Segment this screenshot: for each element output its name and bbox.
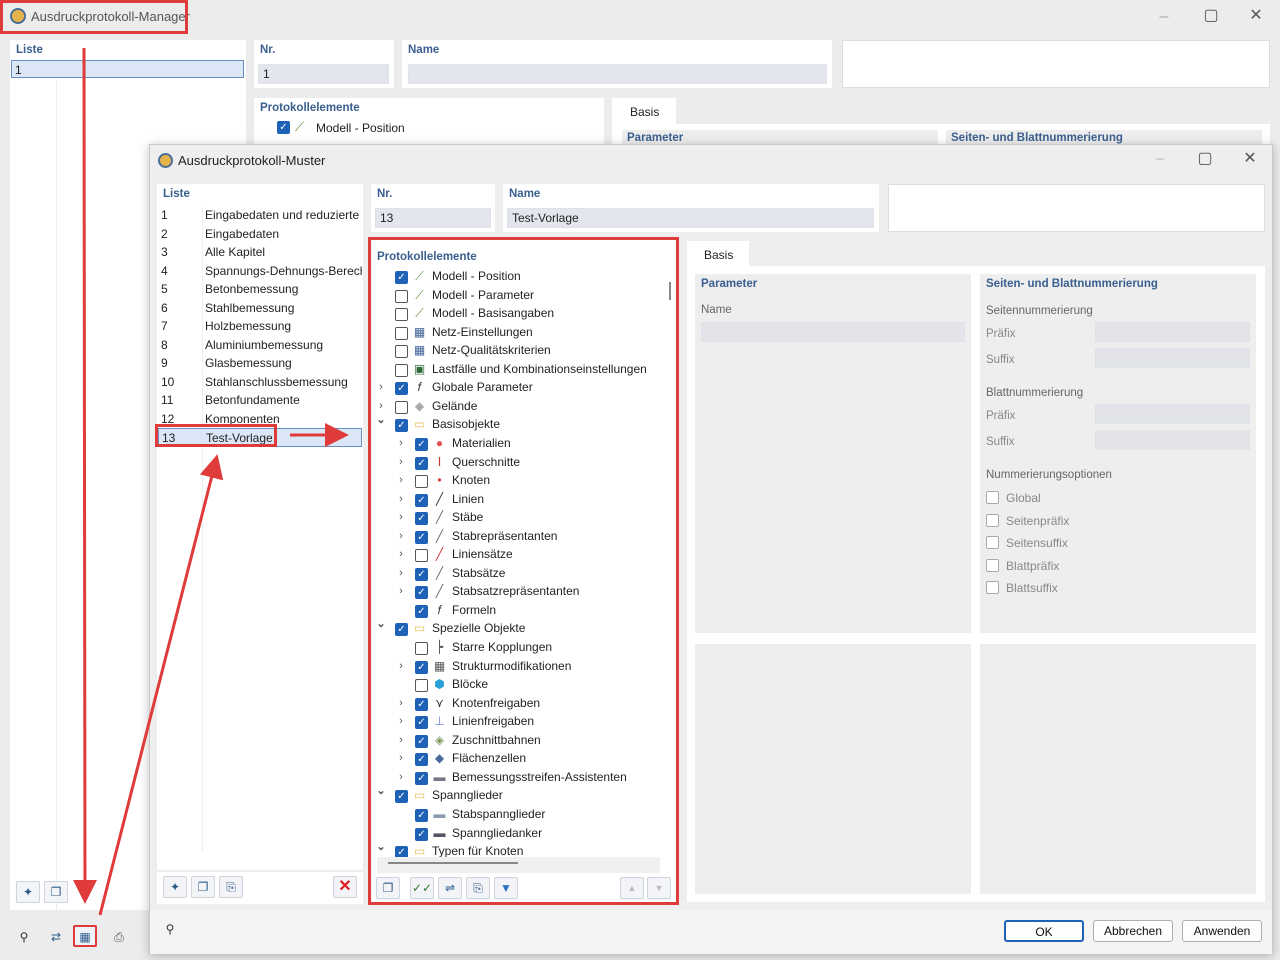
arrow-up bbox=[98, 454, 224, 916]
annotation-arrows bbox=[72, 47, 349, 916]
arrow-down bbox=[72, 47, 97, 904]
